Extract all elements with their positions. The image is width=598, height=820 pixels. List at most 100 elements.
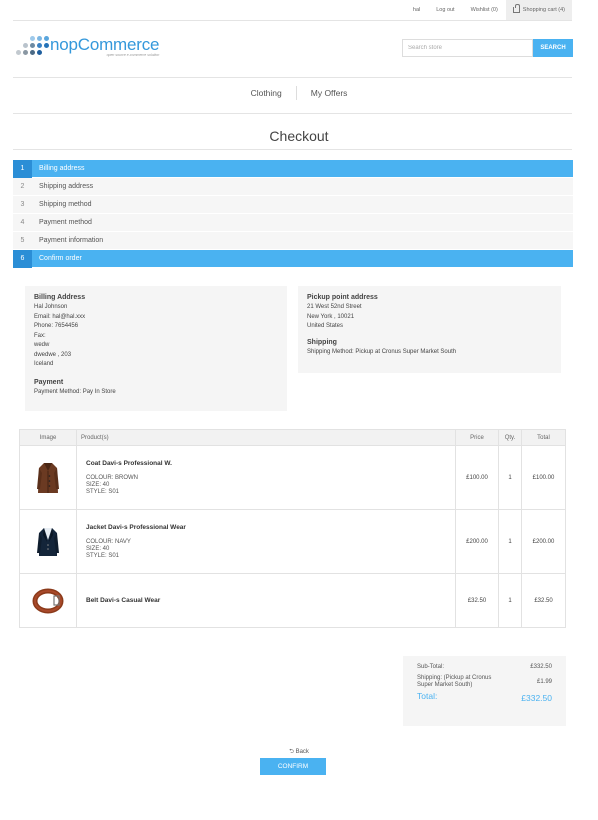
divider [13, 149, 572, 150]
product-total: £32.50 [521, 573, 566, 628]
pickup-line: New York , 10021 [307, 313, 355, 320]
account-link[interactable]: hal [405, 0, 428, 20]
billing-line: Hal Johnson [34, 304, 68, 310]
product-attribute: SIZE: 40 [86, 545, 110, 552]
top-menu: Clothing My Offers [0, 86, 598, 100]
step-number: 3 [20, 201, 25, 208]
step-label: Shipping address [39, 183, 94, 190]
step-number: 2 [20, 183, 25, 190]
product-attribute: STYLE: S01 [86, 488, 120, 495]
product-qty: 1 [498, 445, 522, 510]
product-name-link[interactable]: Belt Davi-s Casual Wear [86, 597, 455, 604]
product-image-cell [19, 445, 77, 510]
billing-line: wedw [34, 342, 50, 348]
menu-item-clothing[interactable]: Clothing [237, 88, 296, 98]
step-payment-information[interactable]: 5 Payment information [13, 232, 573, 250]
step-shipping-address[interactable]: 2 Shipping address [13, 178, 573, 196]
back-label: Back [295, 749, 309, 755]
order-totals: Sub-Total: £332.50 Shipping: (Pickup at … [403, 656, 566, 726]
step-payment-method[interactable]: 4 Payment method [13, 214, 573, 232]
subtotal-value: £332.50 [530, 664, 552, 670]
product-price: £200.00 [455, 509, 499, 574]
product-price: £100.00 [455, 445, 499, 510]
shopping-cart-link[interactable]: Shopping cart (4) [505, 0, 572, 20]
logo[interactable]: nopCommerce open source e-commerce solut… [14, 34, 159, 58]
step-label: Billing address [39, 165, 85, 172]
confirm-button[interactable]: CONFIRM [260, 758, 326, 775]
search-input[interactable] [402, 39, 533, 57]
step-number: 5 [20, 237, 25, 244]
product-total: £100.00 [521, 445, 566, 510]
payment-title: Payment [34, 378, 64, 386]
shipping-label: Shipping: (Pickup at Cronus Super Market… [417, 675, 492, 688]
table-row: Belt Davi-s Casual Wear £32.50 1 £32.50 [19, 573, 566, 628]
shipping-method-text: Shipping Method: Pickup at Cronus Super … [307, 348, 457, 355]
billing-line: Phone: 7654456 [34, 323, 79, 329]
wishlist-link[interactable]: Wishlist (0) [463, 0, 506, 20]
pickup-line: 21 West 52nd Street [307, 304, 362, 310]
divider [13, 113, 572, 114]
checkout-steps: 1 Billing address 2 Shipping address 3 S… [13, 159, 573, 268]
pickup-info-box: Pickup point address 21 West 52nd Street… [298, 286, 561, 373]
step-billing-address[interactable]: 1 Billing address [13, 159, 573, 178]
menu-item-my-offers[interactable]: My Offers [297, 88, 362, 98]
step-label: Confirm order [39, 255, 82, 262]
total-value: £332.50 [521, 693, 552, 703]
billing-info-box: Billing Address Hal Johnson Email: hal@h… [25, 286, 287, 411]
header-links: hal Log out Wishlist (0) Shopping cart (… [405, 0, 572, 20]
step-number: 4 [20, 219, 25, 226]
billing-line: dwedwe , 203 [34, 351, 72, 358]
shipping-title: Shipping [307, 338, 337, 346]
billing-address-title: Billing Address [34, 294, 86, 301]
product-qty: 1 [498, 509, 522, 574]
product-cell: Jacket Davi-s Professional Wear COLOUR: … [76, 509, 456, 574]
billing-line: Email: hal@hal.xxx [34, 313, 86, 320]
step-confirm-order[interactable]: 6 Confirm order [13, 249, 573, 268]
back-arrow-icon: ⮌ [289, 749, 294, 755]
shipping-row: Shipping: (Pickup at Cronus Super Market… [417, 675, 552, 689]
step-label: Payment method [39, 219, 92, 226]
product-name-link[interactable]: Coat Davi-s Professional W. [86, 460, 455, 467]
shipping-value: £1.99 [536, 679, 552, 685]
billing-line: Fax: [34, 332, 46, 339]
payment-method-text: Payment Method: Pay In Store [34, 388, 116, 395]
pickup-address-title: Pickup point address [307, 294, 378, 301]
total-row: Total: £332.50 [417, 691, 552, 703]
logout-link[interactable]: Log out [428, 0, 462, 20]
step-shipping-method[interactable]: 3 Shipping method [13, 196, 573, 214]
table-row: Jacket Davi-s Professional Wear COLOUR: … [19, 509, 566, 574]
jacket-image[interactable] [37, 526, 59, 558]
subtotal-label: Sub-Total: [417, 664, 445, 670]
logo-name: nopCommerce [50, 34, 160, 54]
step-number: 1 [13, 159, 32, 178]
search-box: SEARCH [402, 39, 573, 57]
cart-icon [512, 4, 520, 13]
total-label: Total: [417, 691, 438, 701]
column-header-image: Image [19, 429, 77, 446]
step-label: Payment information [39, 237, 104, 244]
pickup-line: United States [307, 323, 344, 329]
product-total: £200.00 [521, 509, 566, 574]
product-attribute: SIZE: 40 [86, 481, 110, 488]
step-label: Shipping method [39, 201, 92, 208]
back-link[interactable]: ⮌ Back [0, 747, 598, 757]
product-image-cell [19, 573, 77, 628]
column-header-total: Total [521, 429, 566, 446]
product-name-link[interactable]: Jacket Davi-s Professional Wear [86, 524, 455, 531]
subtotal-row: Sub-Total: £332.50 [417, 664, 552, 671]
search-button[interactable]: SEARCH [533, 39, 573, 57]
column-header-qty: Qty. [498, 429, 522, 446]
divider [13, 20, 572, 21]
product-qty: 1 [498, 573, 522, 628]
table-header-row: Image Product(s) Price Qty. Total [19, 429, 566, 446]
product-cell: Belt Davi-s Casual Wear [76, 573, 456, 628]
product-attribute: COLOUR: BROWN [86, 474, 139, 481]
table-row: Coat Davi-s Professional W. COLOUR: BROW… [19, 445, 566, 510]
column-header-products: Product(s) [76, 429, 456, 446]
billing-line: Iceland [34, 361, 54, 367]
shopping-cart-label: Shopping cart (4) [522, 7, 565, 13]
belt-image[interactable] [32, 588, 64, 614]
coat-image[interactable] [37, 461, 59, 495]
cart-table: Image Product(s) Price Qty. Total Coat D… [19, 429, 566, 628]
product-cell: Coat Davi-s Professional W. COLOUR: BROW… [76, 445, 456, 510]
